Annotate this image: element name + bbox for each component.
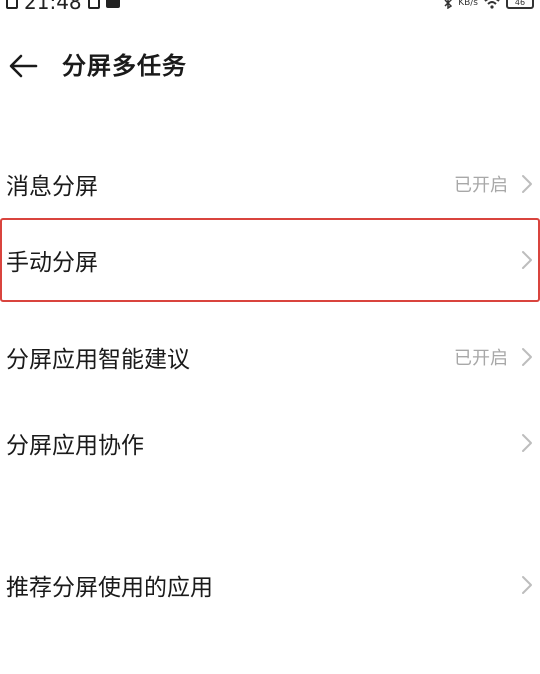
bluetooth-icon xyxy=(444,0,453,9)
chevron-right-icon xyxy=(520,249,534,271)
page-title: 分屏多任务 xyxy=(62,52,187,80)
row-label: 手动分屏 xyxy=(6,250,98,276)
notification-icon xyxy=(105,0,120,8)
row-manual-split[interactable]: 手动分屏 xyxy=(0,218,540,302)
sim-icon xyxy=(87,0,100,9)
chevron-right-icon xyxy=(520,574,534,596)
screenshot-icon xyxy=(6,0,18,9)
back-button[interactable] xyxy=(6,50,42,82)
row-recommended-apps[interactable]: 推荐分屏使用的应用 xyxy=(0,544,540,626)
row-app-collaboration[interactable]: 分屏应用协作 xyxy=(0,402,540,484)
chevron-right-icon xyxy=(520,173,534,195)
row-label: 分屏应用协作 xyxy=(6,433,144,459)
row-status: 已开启 xyxy=(454,348,508,369)
wifi-icon xyxy=(484,0,500,9)
row-message-split[interactable]: 消息分屏 已开启 xyxy=(0,143,540,225)
status-bar: 21:48 KB/s 46 xyxy=(0,0,540,14)
back-arrow-icon xyxy=(9,54,38,78)
row-label: 分屏应用智能建议 xyxy=(6,347,190,373)
row-label: 推荐分屏使用的应用 xyxy=(6,575,213,601)
header: 分屏多任务 xyxy=(0,40,540,92)
row-label: 消息分屏 xyxy=(6,174,98,200)
status-time: 21:48 xyxy=(24,0,82,14)
chevron-right-icon xyxy=(520,346,534,368)
status-right: KB/s 46 xyxy=(444,0,534,10)
chevron-right-icon xyxy=(520,432,534,454)
row-status: 已开启 xyxy=(454,175,508,196)
row-smart-suggestion[interactable]: 分屏应用智能建议 已开启 xyxy=(0,316,540,398)
net-speed: KB/s xyxy=(458,0,478,8)
battery-icon: 46 xyxy=(506,0,534,9)
status-left: 21:48 xyxy=(6,0,120,14)
